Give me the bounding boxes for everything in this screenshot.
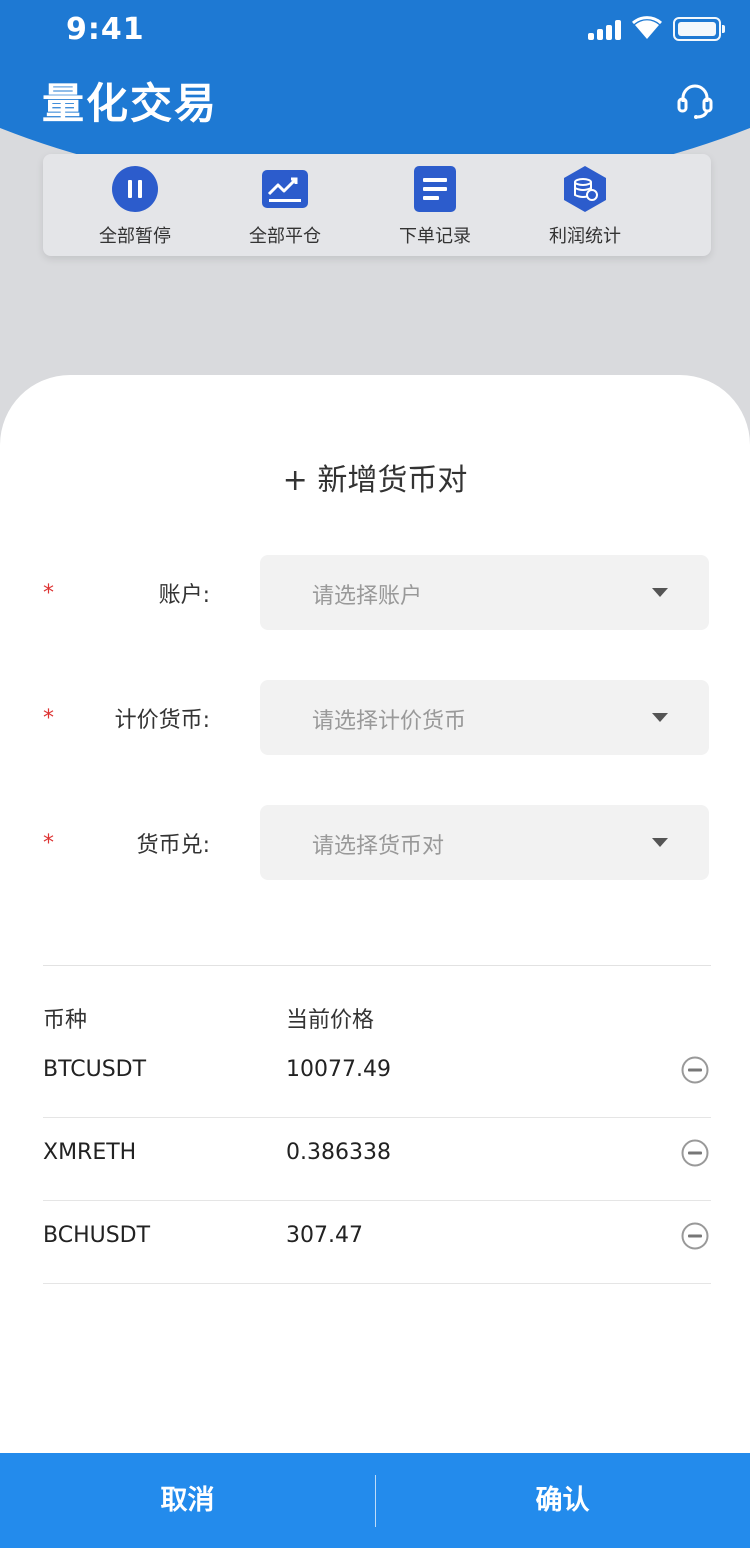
table-row: BCHUSDT 307.47: [43, 1201, 711, 1284]
footer-actions: 取消 确认: [0, 1453, 750, 1548]
wifi-icon: [632, 16, 662, 39]
chart-trend-icon: [262, 170, 308, 208]
close-all-positions-button[interactable]: 全部平仓: [210, 154, 360, 256]
required-marker: *: [43, 831, 54, 856]
column-header-price: 当前价格: [286, 1008, 375, 1033]
headset-icon[interactable]: [675, 80, 715, 120]
quote-currency-field-row: * 计价货币: 请选择计价货币: [0, 680, 750, 756]
status-time: 9:41: [66, 12, 145, 47]
pause-icon: [112, 166, 158, 212]
battery-icon: [673, 17, 725, 41]
quote-currency-select[interactable]: 请选择计价货币: [260, 680, 709, 755]
document-list-icon: [414, 166, 456, 212]
currency-pair-field-row: * 货币兑: 请选择货币对: [0, 805, 750, 881]
required-marker: *: [43, 581, 54, 606]
caret-down-icon: [652, 713, 668, 722]
table-row: XMRETH 0.386338: [43, 1118, 711, 1201]
order-records-button[interactable]: 下单记录: [360, 154, 510, 256]
currency-pair-label: 货币兑:: [136, 833, 210, 858]
price-cell: 0.386338: [286, 1140, 391, 1165]
page-title: 量化交易: [42, 79, 219, 128]
symbol-cell: BTCUSDT: [43, 1057, 147, 1082]
cancel-button[interactable]: 取消: [0, 1453, 375, 1548]
quote-currency-placeholder: 请选择计价货币: [312, 709, 467, 734]
symbol-cell: XMRETH: [43, 1140, 137, 1165]
pause-all-button[interactable]: 全部暂停: [60, 154, 210, 256]
profit-stats-button[interactable]: 利润统计: [510, 154, 660, 256]
column-header-symbol: 币种: [43, 1008, 88, 1033]
account-label: 账户:: [158, 583, 210, 608]
price-cell: 10077.49: [286, 1057, 391, 1082]
account-placeholder: 请选择账户: [312, 584, 423, 609]
remove-circle-icon[interactable]: [681, 1222, 709, 1250]
symbol-cell: BCHUSDT: [43, 1223, 151, 1248]
sheet-title: + 新增货币对: [282, 463, 468, 498]
quick-action-label: 下单记录: [399, 226, 471, 247]
remove-circle-icon[interactable]: [681, 1056, 709, 1084]
cellular-signal-icon: [588, 20, 622, 40]
section-divider: [43, 965, 711, 966]
account-select[interactable]: 请选择账户: [260, 555, 709, 630]
caret-down-icon: [652, 588, 668, 597]
account-field-row: * 账户: 请选择账户: [0, 555, 750, 631]
currency-pair-select[interactable]: 请选择货币对: [260, 805, 709, 880]
quick-action-label: 利润统计: [549, 226, 621, 247]
footer-divider: [375, 1475, 376, 1527]
quote-currency-label: 计价货币:: [114, 708, 210, 733]
add-pair-sheet: + 新增货币对 * 账户: 请选择账户 * 计价货币: 请选择计价货币 * 货币…: [0, 375, 750, 1548]
confirm-button[interactable]: 确认: [375, 1453, 750, 1548]
quick-action-label: 全部暂停: [99, 226, 171, 247]
caret-down-icon: [652, 838, 668, 847]
currency-pair-placeholder: 请选择货币对: [312, 834, 445, 859]
status-bar: 9:41: [0, 0, 750, 58]
coin-stack-icon: [564, 166, 606, 212]
quick-action-label: 全部平仓: [249, 226, 321, 247]
table-row: BTCUSDT 10077.49: [43, 1035, 711, 1118]
remove-circle-icon[interactable]: [681, 1139, 709, 1167]
price-cell: 307.47: [286, 1223, 363, 1248]
quick-actions-panel: 全部暂停 全部平仓 下单记录 利润统计: [43, 154, 711, 256]
required-marker: *: [43, 706, 54, 731]
